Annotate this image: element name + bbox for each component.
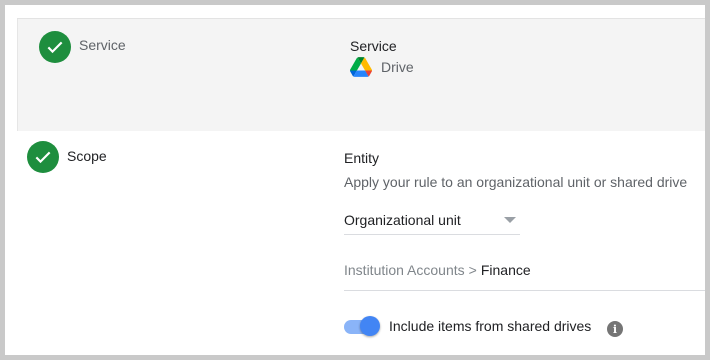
org-path-leaf: Finance <box>480 262 531 278</box>
toggle-knob <box>360 316 380 336</box>
service-field-value: Drive <box>350 57 414 77</box>
org-path-root: Institution Accounts <box>344 262 465 278</box>
chevron-down-icon <box>504 217 516 223</box>
google-drive-icon <box>350 57 372 77</box>
breadcrumb-separator: > <box>468 262 477 278</box>
check-icon <box>39 31 71 63</box>
step-divider <box>17 19 18 131</box>
shared-drives-toggle-row: Include items from shared drives <box>344 316 591 336</box>
org-unit-path-field[interactable]: Institution Accounts > Finance <box>344 262 705 291</box>
service-name: Drive <box>381 59 414 75</box>
info-icon[interactable]: i <box>607 321 623 337</box>
entity-type-selected: Organizational unit <box>344 212 461 228</box>
entity-label: Entity <box>344 150 380 166</box>
service-step-title: Service <box>79 37 126 53</box>
scope-step-title: Scope <box>67 148 107 164</box>
entity-type-select[interactable]: Organizational unit <box>344 204 520 235</box>
rule-wizard-panel: Service Service Drive Scope Entity Apply… <box>5 5 705 355</box>
shared-drives-toggle-label: Include items from shared drives <box>389 318 592 334</box>
service-field-label: Service <box>350 38 397 54</box>
check-icon <box>27 141 59 173</box>
entity-help-text: Apply your rule to an organizational uni… <box>344 174 688 190</box>
service-step[interactable]: Service Service Drive <box>17 18 705 131</box>
shared-drives-toggle[interactable] <box>344 316 380 336</box>
